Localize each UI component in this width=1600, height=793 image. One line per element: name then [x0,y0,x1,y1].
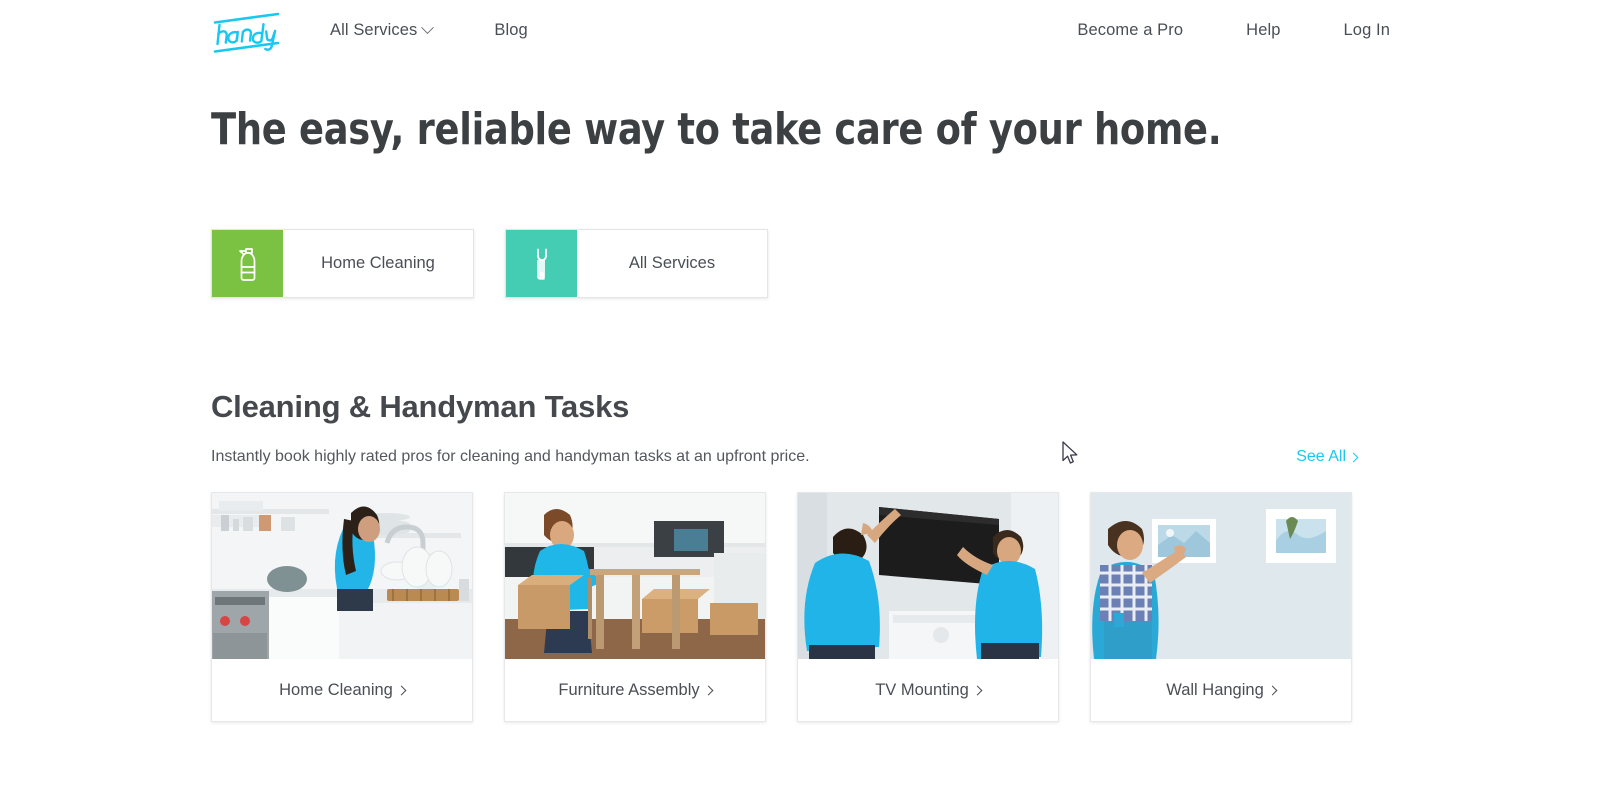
home-cleaning-icon-tile [212,230,283,297]
nav-item-become-a-pro[interactable]: Become a Pro [1077,21,1183,40]
task-card-furniture-assembly[interactable]: Furniture Assembly [504,492,766,722]
nav-item-all-services-label: All Services [330,21,418,39]
task-card-photo-wall-hanging [1091,493,1351,659]
task-card-label: Wall Hanging [1166,680,1264,699]
mouse-pointer-icon [1061,441,1081,467]
task-card-photo-home-cleaning [212,493,472,659]
task-card-grid: Home Cleaning Furniture Assembly TV Moun… [211,492,1352,722]
all-services-icon-tile [506,230,577,297]
section-title: Cleaning & Handyman Tasks [211,389,630,424]
chevron-right-icon [396,685,407,695]
task-card-home-cleaning[interactable]: Home Cleaning [211,492,473,722]
service-shortcuts: Home Cleaning All Services [211,229,768,298]
primary-nav: All Services Blog [330,21,528,40]
see-all-label: See All [1296,448,1346,465]
task-card-label: Furniture Assembly [558,680,700,699]
service-button-home-cleaning[interactable]: Home Cleaning [211,229,474,298]
nav-item-all-services[interactable]: All Services [330,21,435,40]
spray-bottle-icon [238,247,255,281]
nav-item-blog-label: Blog [494,21,528,39]
nav-item-log-in[interactable]: Log In [1344,21,1390,40]
task-card-wall-hanging[interactable]: Wall Hanging [1090,492,1352,722]
task-card-caption-wall-hanging: Wall Hanging [1091,659,1351,721]
chevron-right-icon [972,685,983,695]
site-header: All Services Blog Become a Pro Help Log … [0,0,1600,66]
task-card-caption-home-cleaning: Home Cleaning [212,659,472,721]
secondary-nav: Become a Pro Help Log In [1077,21,1390,40]
nav-item-blog[interactable]: Blog [494,21,527,40]
chevron-right-icon [1348,452,1359,462]
chevron-right-icon [703,685,714,695]
handy-logo[interactable] [212,12,282,54]
wrench-icon [536,248,547,280]
chevron-down-icon [421,21,435,35]
task-card-tv-mounting[interactable]: TV Mounting [797,492,1059,722]
page-title: The easy, reliable way to take care of y… [211,104,1222,155]
task-card-photo-furniture-assembly [505,493,765,659]
task-card-caption-tv-mounting: TV Mounting [798,659,1058,721]
service-button-all-services[interactable]: All Services [505,229,768,298]
task-card-caption-furniture-assembly: Furniture Assembly [505,659,765,721]
page-root: All Services Blog Become a Pro Help Log … [0,0,1600,793]
task-card-label: TV Mounting [875,680,969,699]
task-card-photo-tv-mounting [798,493,1058,659]
service-button-all-services-label: All Services [628,254,716,272]
service-button-home-cleaning-label: Home Cleaning [321,254,435,272]
task-card-label: Home Cleaning [279,680,393,699]
see-all-link[interactable]: See All [1296,448,1359,466]
nav-item-help[interactable]: Help [1246,21,1280,40]
chevron-right-icon [1267,685,1278,695]
section-subtitle: Instantly book highly rated pros for cle… [211,448,810,465]
